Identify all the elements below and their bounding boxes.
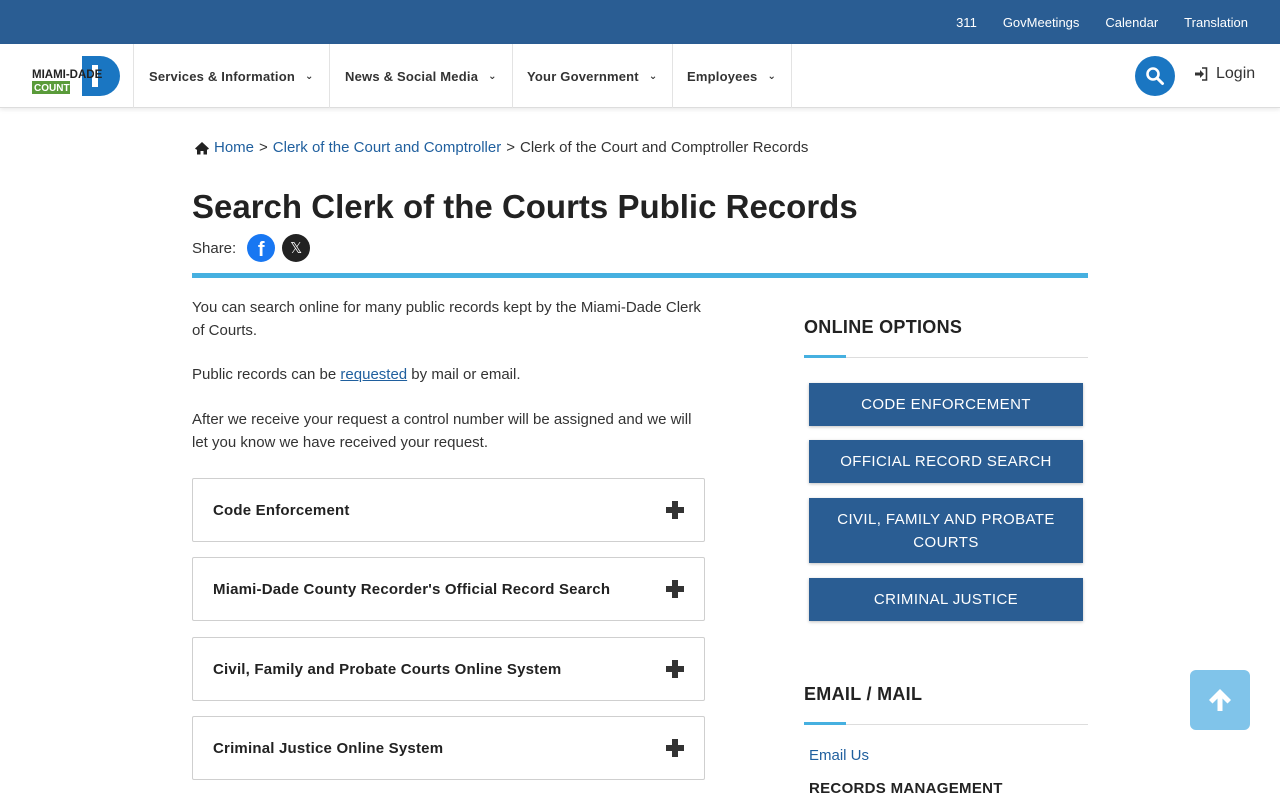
code-enforcement-button[interactable]: CODE ENFORCEMENT bbox=[809, 383, 1083, 426]
back-to-top-button[interactable] bbox=[1190, 670, 1250, 730]
x-twitter-icon[interactable]: 𝕏 bbox=[282, 234, 311, 262]
request-text-after: by mail or email. bbox=[407, 366, 521, 383]
nav-employees[interactable]: Employees ⌄ bbox=[672, 44, 793, 108]
criminal-justice-button[interactable]: CRIMINAL JUSTICE bbox=[809, 578, 1083, 621]
nav-your-government[interactable]: Your Government ⌄ bbox=[512, 44, 674, 108]
nav-employees-label: Employees bbox=[687, 68, 758, 84]
nav-news-social-media[interactable]: News & Social Media ⌄ bbox=[330, 44, 513, 108]
civil-family-probate-button[interactable]: CIVIL, FAMILY AND PROBATE COURTS bbox=[809, 498, 1083, 563]
online-options-rule bbox=[804, 357, 1088, 358]
nav-services-label: Services & Information bbox=[149, 68, 295, 84]
breadcrumb-separator: > bbox=[506, 139, 515, 156]
nav-government-label: Your Government bbox=[527, 68, 639, 84]
plus-icon bbox=[666, 660, 684, 678]
email-mail-heading: EMAIL / MAIL bbox=[804, 684, 923, 704]
plus-icon bbox=[666, 739, 684, 757]
share-label: Share: bbox=[192, 239, 237, 257]
title-divider bbox=[192, 273, 1088, 278]
arrow-up-icon bbox=[1209, 689, 1231, 711]
official-record-search-button[interactable]: OFFICIAL RECORD SEARCH bbox=[809, 440, 1083, 483]
chevron-down-icon: ⌄ bbox=[305, 70, 314, 82]
accordion-civil-family-probate[interactable]: Civil, Family and Probate Courts Online … bbox=[192, 637, 705, 701]
records-management-heading: RECORDS MANAGEMENT bbox=[809, 780, 1003, 797]
accordion-label: Miami-Dade County Recorder's Official Re… bbox=[213, 580, 611, 598]
utility-link-translation[interactable]: Translation bbox=[1184, 15, 1248, 30]
share-bar: Share: f 𝕏 bbox=[192, 234, 311, 262]
login-link[interactable]: Login bbox=[1194, 65, 1255, 83]
utility-bar: 311 GovMeetings Calendar Translation bbox=[0, 0, 1280, 44]
logo-text-line1: MIAMI-DADE bbox=[32, 69, 103, 81]
chevron-down-icon: ⌄ bbox=[488, 70, 497, 82]
breadcrumb-current: Clerk of the Court and Comptroller Recor… bbox=[519, 139, 809, 156]
requested-link[interactable]: requested bbox=[340, 366, 407, 383]
main-nav: MIAMI-DADE COUNTY Services & Information… bbox=[0, 44, 1280, 108]
accordion-criminal-justice[interactable]: Criminal Justice Online System bbox=[192, 716, 705, 780]
email-us-link[interactable]: Email Us bbox=[809, 747, 869, 764]
intro-paragraph: You can search online for many public re… bbox=[192, 299, 701, 339]
accordion-label: Criminal Justice Online System bbox=[213, 739, 444, 757]
chevron-down-icon: ⌄ bbox=[767, 70, 777, 82]
email-mail-accent bbox=[804, 722, 846, 725]
control-number-paragraph: After we receive your request a control … bbox=[192, 411, 692, 451]
utility-link-311[interactable]: 311 bbox=[956, 15, 977, 30]
online-options-accent bbox=[804, 355, 846, 358]
breadcrumb-clerk[interactable]: Clerk of the Court and Comptroller bbox=[273, 139, 501, 156]
breadcrumb: Home > Clerk of the Court and Comptrolle… bbox=[194, 139, 808, 156]
email-mail-rule bbox=[804, 724, 1088, 725]
breadcrumb-home[interactable]: Home bbox=[214, 139, 254, 156]
search-button[interactable] bbox=[1135, 56, 1175, 96]
chevron-down-icon: ⌄ bbox=[648, 70, 658, 82]
accordion-code-enforcement[interactable]: Code Enforcement bbox=[192, 478, 705, 542]
online-options-heading: ONLINE OPTIONS bbox=[804, 317, 963, 337]
login-label: Login bbox=[1216, 65, 1256, 82]
sign-in-icon bbox=[1195, 67, 1208, 81]
accordion-label: Civil, Family and Probate Courts Online … bbox=[213, 660, 562, 678]
plus-icon bbox=[666, 580, 684, 598]
breadcrumb-separator: > bbox=[259, 139, 268, 156]
page-title: Search Clerk of the Courts Public Record… bbox=[192, 188, 858, 225]
plus-icon bbox=[666, 501, 684, 519]
request-text-before: Public records can be bbox=[192, 366, 341, 383]
utility-link-calendar[interactable]: Calendar bbox=[1105, 15, 1158, 30]
facebook-icon[interactable]: f bbox=[247, 234, 276, 262]
request-paragraph: Public records can be requested by mail … bbox=[192, 364, 704, 387]
utility-link-govmeetings[interactable]: GovMeetings bbox=[1003, 15, 1080, 30]
nav-news-label: News & Social Media bbox=[345, 68, 479, 84]
accordion-official-record-search[interactable]: Miami-Dade County Recorder's Official Re… bbox=[192, 557, 705, 621]
search-icon bbox=[1146, 67, 1164, 85]
nav-services-information[interactable]: Services & Information ⌄ bbox=[133, 44, 330, 108]
miami-dade-logo[interactable]: MIAMI-DADE COUNTY bbox=[30, 55, 120, 97]
logo-text-line2: COUNTY bbox=[34, 83, 77, 94]
utility-links: 311 GovMeetings Calendar Translation bbox=[930, 0, 1248, 44]
accordion-label: Code Enforcement bbox=[213, 501, 350, 519]
home-icon bbox=[195, 141, 209, 154]
